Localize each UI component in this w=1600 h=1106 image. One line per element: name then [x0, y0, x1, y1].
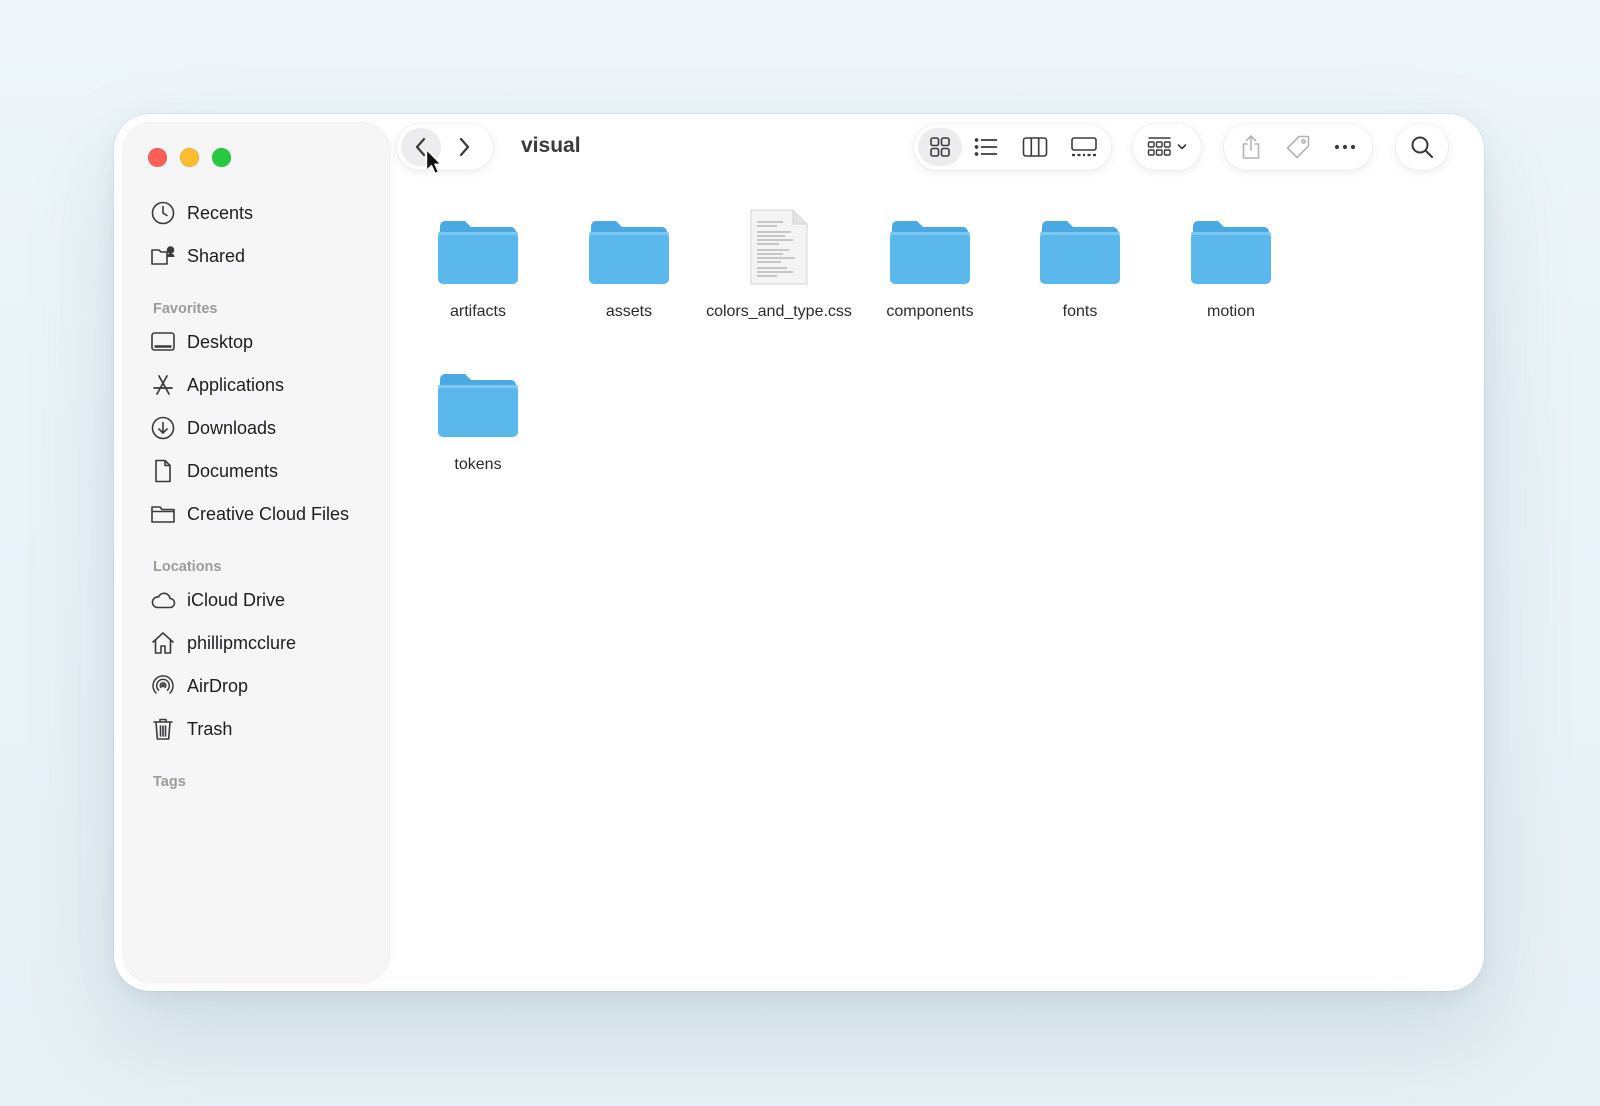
sidebar-item-creative-cloud-files[interactable]: Creative Cloud Files	[149, 496, 349, 532]
clock-icon	[149, 199, 177, 227]
item-name: assets	[605, 303, 653, 320]
column-view-button[interactable]	[1010, 128, 1060, 166]
airdrop-icon	[149, 672, 177, 700]
sidebar-item-label: Recents	[187, 202, 254, 223]
folder-icon	[890, 221, 970, 284]
share-button[interactable]	[1228, 128, 1273, 166]
sidebar-item-applications[interactable]: Applications	[149, 367, 284, 403]
sidebar-item-label: Creative Cloud Files	[187, 503, 350, 524]
sidebar-item-label: Applications	[187, 374, 285, 395]
desktop-icon	[149, 328, 177, 356]
item-name: artifacts	[449, 303, 506, 320]
item-name: fonts	[1062, 303, 1098, 320]
sidebar-item-label: Shared	[187, 245, 246, 266]
sidebar-item-recents[interactable]: Recents	[149, 195, 253, 231]
group-control	[1133, 124, 1201, 170]
sidebar-item-label: Trash	[187, 718, 233, 739]
window-controls	[148, 148, 231, 167]
sidebar-item-desktop[interactable]: Desktop	[149, 324, 253, 360]
item-name: components	[886, 303, 974, 320]
sidebar-item-label: AirDrop	[187, 675, 249, 696]
document-icon	[149, 457, 177, 485]
shared-folder-icon	[149, 242, 177, 270]
close-button[interactable]	[148, 148, 167, 167]
home-icon	[149, 629, 177, 657]
file-item-colors-and-type-css[interactable]: colors_and_type.css	[704, 206, 854, 323]
sidebar-item-label: Desktop	[187, 331, 254, 352]
download-icon	[149, 414, 177, 442]
sidebar: Recents Shared Favorites Desktop Applica…	[123, 123, 389, 982]
list-icon	[974, 138, 998, 156]
folder-item-assets[interactable]: assets	[554, 206, 704, 323]
cloud-icon	[149, 586, 177, 614]
minimize-button[interactable]	[180, 148, 199, 167]
sidebar-item-shared[interactable]: Shared	[149, 238, 245, 274]
chevron-right-icon	[459, 137, 470, 157]
tag-icon	[1286, 135, 1310, 159]
sidebar-item-label: phillipmcclure	[187, 632, 297, 653]
gallery-icon	[1070, 137, 1097, 157]
trash-icon	[149, 715, 177, 743]
applications-icon	[149, 371, 177, 399]
search-button[interactable]	[1396, 128, 1448, 166]
sidebar-item-trash[interactable]: Trash	[149, 711, 232, 747]
folder-item-artifacts[interactable]: artifacts	[403, 206, 553, 323]
tags-heading: Tags	[153, 774, 186, 790]
folder-icon	[1040, 221, 1120, 284]
chevron-down-icon	[1177, 144, 1187, 150]
view-mode-control	[914, 124, 1111, 170]
tag-button[interactable]	[1273, 128, 1322, 166]
group-button[interactable]	[1133, 128, 1201, 166]
folder-item-tokens[interactable]: tokens	[403, 359, 553, 476]
ellipsis-icon	[1335, 144, 1356, 150]
sidebar-item-label: Documents	[187, 460, 279, 481]
locations-heading: Locations	[153, 559, 222, 575]
folder-item-components[interactable]: components	[855, 206, 1005, 323]
group-grid-icon	[1147, 137, 1171, 156]
item-name: colors_and_type.css	[706, 303, 852, 320]
folder-icon	[589, 221, 669, 284]
finder-window: Recents Shared Favorites Desktop Applica…	[114, 114, 1484, 991]
window-title: visual	[521, 134, 581, 157]
list-view-button[interactable]	[962, 128, 1010, 166]
sidebar-item-icloud-drive[interactable]: iCloud Drive	[149, 582, 285, 618]
folder-icon	[438, 374, 518, 437]
folder-icon	[1191, 221, 1271, 284]
sidebar-item-home[interactable]: phillipmcclure	[149, 625, 296, 661]
actions-control	[1224, 124, 1372, 170]
sidebar-item-downloads[interactable]: Downloads	[149, 410, 276, 446]
item-name: motion	[1206, 303, 1256, 320]
icon-view-button[interactable]	[918, 128, 962, 166]
favorites-heading: Favorites	[153, 301, 218, 317]
navigation-buttons	[397, 124, 493, 170]
forward-button[interactable]	[441, 128, 487, 166]
columns-icon	[1022, 137, 1048, 157]
sidebar-item-airdrop[interactable]: AirDrop	[149, 668, 248, 704]
share-icon	[1242, 135, 1259, 159]
folder-item-fonts[interactable]: fonts	[1005, 206, 1155, 323]
sidebar-item-label: iCloud Drive	[187, 589, 286, 610]
css-document-icon	[750, 209, 808, 285]
folder-icon	[149, 500, 177, 528]
search-icon	[1411, 136, 1433, 158]
mouse-pointer-icon	[425, 148, 442, 175]
folder-item-motion[interactable]: motion	[1156, 206, 1306, 323]
search-control	[1396, 124, 1448, 170]
sidebar-item-documents[interactable]: Documents	[149, 453, 278, 489]
zoom-button[interactable]	[212, 148, 231, 167]
folder-icon	[438, 221, 518, 284]
more-button[interactable]	[1323, 128, 1368, 166]
grid-icon	[930, 137, 950, 157]
gallery-view-button[interactable]	[1060, 128, 1107, 166]
item-name: tokens	[454, 456, 502, 473]
sidebar-item-label: Downloads	[187, 417, 277, 438]
